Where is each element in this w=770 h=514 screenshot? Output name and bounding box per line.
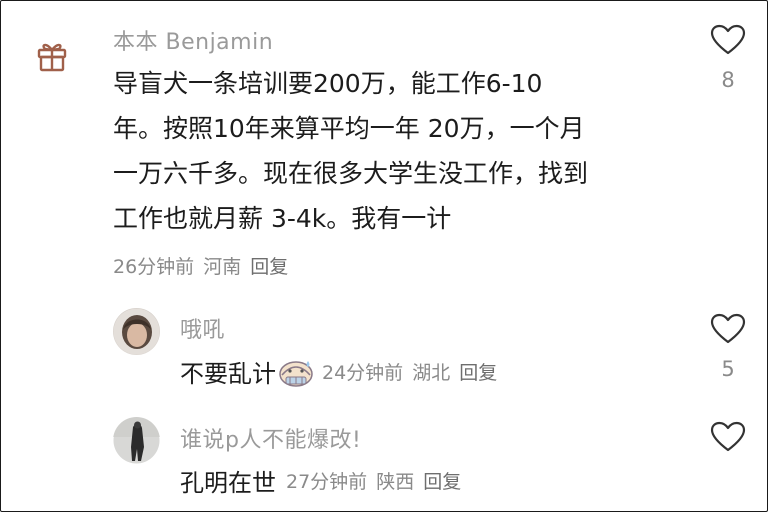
sweat-emoji-icon [278, 355, 314, 387]
reply-username[interactable]: 哦吼 [180, 312, 225, 344]
reply-time: 27分钟前 [286, 470, 368, 493]
reply-text: 不要乱计 [180, 359, 276, 388]
reply-reply-button[interactable]: 回复 [423, 471, 461, 493]
reply-username[interactable]: 谁说p人不能爆改! [180, 422, 361, 454]
comment-like-count: 8 [721, 68, 735, 92]
comment-line: 一万六千多。现在很多大学生没工作，找到 [113, 159, 589, 188]
heart-icon[interactable] [710, 313, 746, 345]
reply-reply-button[interactable]: 回复 [459, 362, 497, 384]
reply-time: 24分钟前 [322, 361, 404, 384]
heart-icon[interactable] [710, 24, 746, 56]
reply-row: 不要乱计 24分钟前 湖北 回复 [180, 354, 506, 388]
reply-location: 湖北 [412, 361, 451, 384]
comment-body: 导盲犬一条培训要200万，能工作6-10 年。按照10年来算平均一年 20万，一… [113, 61, 693, 241]
reply-row: 孔明在世 27分钟前 陕西 回复 [180, 463, 470, 497]
comment-line: 年。按照10年来算平均一年 20万，一个月 [113, 114, 585, 143]
reply-text: 孔明在世 [180, 468, 276, 497]
heart-icon[interactable] [710, 421, 746, 453]
comment-reply-button[interactable]: 回复 [250, 256, 288, 278]
comment-meta: 26分钟前 河南 回复 [113, 252, 297, 279]
reply-like-count: 5 [721, 357, 735, 381]
comment-username[interactable]: 本本 Benjamin [113, 24, 273, 56]
comment-location: 河南 [203, 256, 242, 278]
reply-meta: 27分钟前 陕西 回复 [286, 467, 470, 494]
comment-line: 导盲犬一条培训要200万，能工作6-10 [113, 69, 543, 98]
comment-line: 工作也就月薪 3-4k。我有一计 [113, 204, 452, 233]
avatar[interactable] [113, 308, 160, 355]
reply-meta: 24分钟前 湖北 回复 [322, 358, 506, 385]
avatar[interactable] [113, 417, 160, 464]
reply-location: 陕西 [376, 470, 415, 493]
comment-time: 26分钟前 [113, 256, 195, 278]
gift-icon[interactable] [36, 38, 68, 72]
